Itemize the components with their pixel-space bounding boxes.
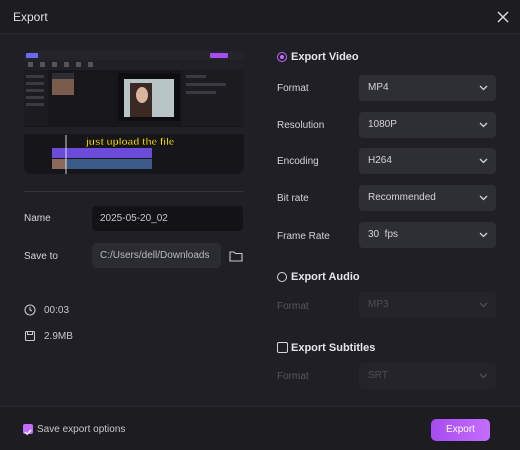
bit-rate-value: Recommended: [368, 192, 436, 203]
bit-rate-select[interactable]: Recommended: [359, 185, 496, 211]
folder-icon[interactable]: [229, 250, 243, 262]
export-subtitles-title: Export Subtitles: [291, 342, 376, 354]
format-label: Format: [277, 83, 309, 94]
subtitle-format-value: SRT: [368, 370, 388, 381]
save-options-checkbox[interactable]: [23, 424, 33, 436]
divider: [24, 191, 244, 192]
chevron-down-icon: [479, 158, 488, 164]
audio-format-label: Format: [277, 301, 309, 312]
export-button[interactable]: Export: [431, 419, 490, 441]
export-video-title: Export Video: [291, 51, 359, 63]
preview-caption: just upload the file: [85, 137, 175, 148]
name-label: Name: [24, 213, 51, 224]
audio-format-value: MP3: [368, 299, 389, 310]
bit-rate-label: Bit rate: [277, 193, 309, 204]
window-title: Export: [13, 10, 48, 24]
frame-rate-select[interactable]: 30 fps: [359, 222, 496, 248]
title-bar: Export: [0, 0, 520, 34]
frame-rate-value: 30 fps: [368, 229, 399, 240]
format-select[interactable]: MP4: [359, 75, 496, 101]
clock-icon: [24, 304, 36, 316]
frame-rate-label: Frame Rate: [277, 231, 330, 242]
audio-format-select[interactable]: MP3: [359, 292, 496, 318]
encoding-label: Encoding: [277, 156, 319, 167]
name-input[interactable]: 2025-05-20_02: [92, 206, 243, 231]
chevron-down-icon: [479, 122, 488, 128]
close-icon[interactable]: [494, 8, 512, 26]
save-options-label[interactable]: Save export options: [37, 424, 125, 435]
duration-value: 00:03: [44, 305, 70, 316]
chevron-down-icon: [479, 85, 488, 91]
subtitle-format-select[interactable]: SRT: [359, 363, 496, 389]
save-to-label: Save to: [24, 251, 58, 262]
save-path-input[interactable]: C:/Users/dell/Downloads: [92, 243, 221, 268]
export-subtitles-checkbox[interactable]: [277, 342, 288, 353]
chevron-down-icon: [479, 195, 488, 201]
video-preview: just upload the file: [24, 51, 244, 174]
chevron-down-icon: [479, 373, 488, 379]
export-video-radio[interactable]: [277, 52, 287, 62]
subtitle-format-label: Format: [277, 371, 309, 382]
file-size-value: 2.9MB: [44, 331, 73, 342]
resolution-value: 1080P: [368, 119, 397, 130]
export-audio-title: Export Audio: [291, 271, 360, 283]
checkmark-icon: [24, 429, 32, 436]
chevron-down-icon: [479, 232, 488, 238]
export-audio-radio[interactable]: [277, 272, 287, 282]
resolution-label: Resolution: [277, 120, 325, 131]
resolution-select[interactable]: 1080P: [359, 112, 496, 138]
format-value: MP4: [368, 82, 389, 93]
preview-screenshot: just upload the file: [24, 51, 244, 174]
file-size-icon: [24, 330, 36, 342]
chevron-down-icon: [479, 302, 488, 308]
encoding-select[interactable]: H264: [359, 148, 496, 174]
encoding-value: H264: [368, 155, 392, 166]
